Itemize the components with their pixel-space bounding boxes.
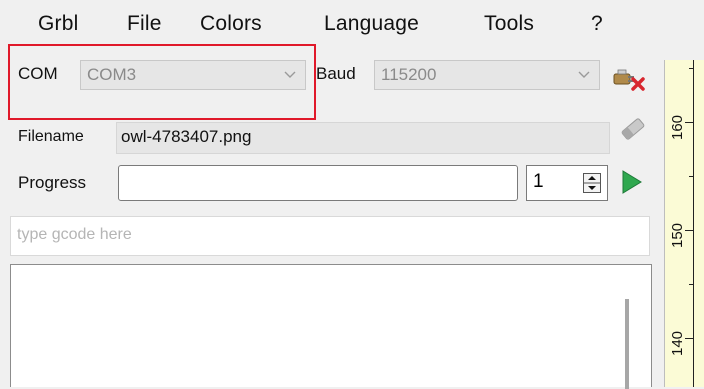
ruler-minor-tick: [689, 284, 694, 285]
ruler-major-tick: [685, 230, 694, 231]
menu-help[interactable]: ?: [591, 12, 603, 36]
up-down-arrows-icon[interactable]: [583, 173, 601, 193]
com-select-value: COM3: [87, 65, 137, 84]
menu-grbl[interactable]: Grbl: [38, 12, 78, 36]
baud-select[interactable]: 115200: [374, 60, 600, 90]
ruler-label: 140: [669, 330, 686, 356]
copies-spinner[interactable]: 1: [526, 165, 608, 201]
filename-label: Filename: [18, 128, 84, 145]
baud-label: Baud: [316, 64, 356, 83]
copies-value: 1: [533, 171, 544, 192]
gcode-input[interactable]: type gcode here: [10, 216, 650, 256]
baud-select-value: 115200: [381, 65, 437, 84]
plug-x-icon[interactable]: [612, 66, 646, 92]
menu-colors[interactable]: Colors: [200, 12, 262, 36]
ruler-minor-tick: [689, 176, 694, 177]
menu-bar: Grbl File Colors Language Tools ?: [0, 0, 704, 48]
gcode-placeholder: type gcode here: [17, 226, 132, 243]
eraser-icon[interactable]: [618, 114, 648, 144]
vertical-ruler: 160 150 140: [664, 60, 704, 387]
com-label: COM: [18, 64, 58, 83]
filename-value: owl-4783407.png: [121, 127, 252, 146]
menu-tools[interactable]: Tools: [484, 12, 534, 36]
menu-language[interactable]: Language: [324, 12, 419, 36]
ruler-label: 150: [669, 222, 686, 248]
progress-label: Progress: [18, 173, 87, 192]
log-area[interactable]: [10, 264, 652, 389]
log-scrollbar[interactable]: [625, 299, 629, 389]
ruler-label: 160: [669, 114, 686, 140]
menu-file[interactable]: File: [127, 12, 162, 36]
ruler-major-tick: [685, 338, 694, 339]
play-icon[interactable]: [620, 168, 644, 196]
chevron-down-icon: [284, 71, 296, 78]
filename-field: owl-4783407.png: [116, 122, 610, 154]
ruler-major-tick: [685, 122, 694, 123]
chevron-down-icon: [578, 71, 590, 78]
progress-bar: [118, 165, 518, 201]
com-select[interactable]: COM3: [80, 60, 306, 90]
ruler-minor-tick: [689, 68, 694, 69]
